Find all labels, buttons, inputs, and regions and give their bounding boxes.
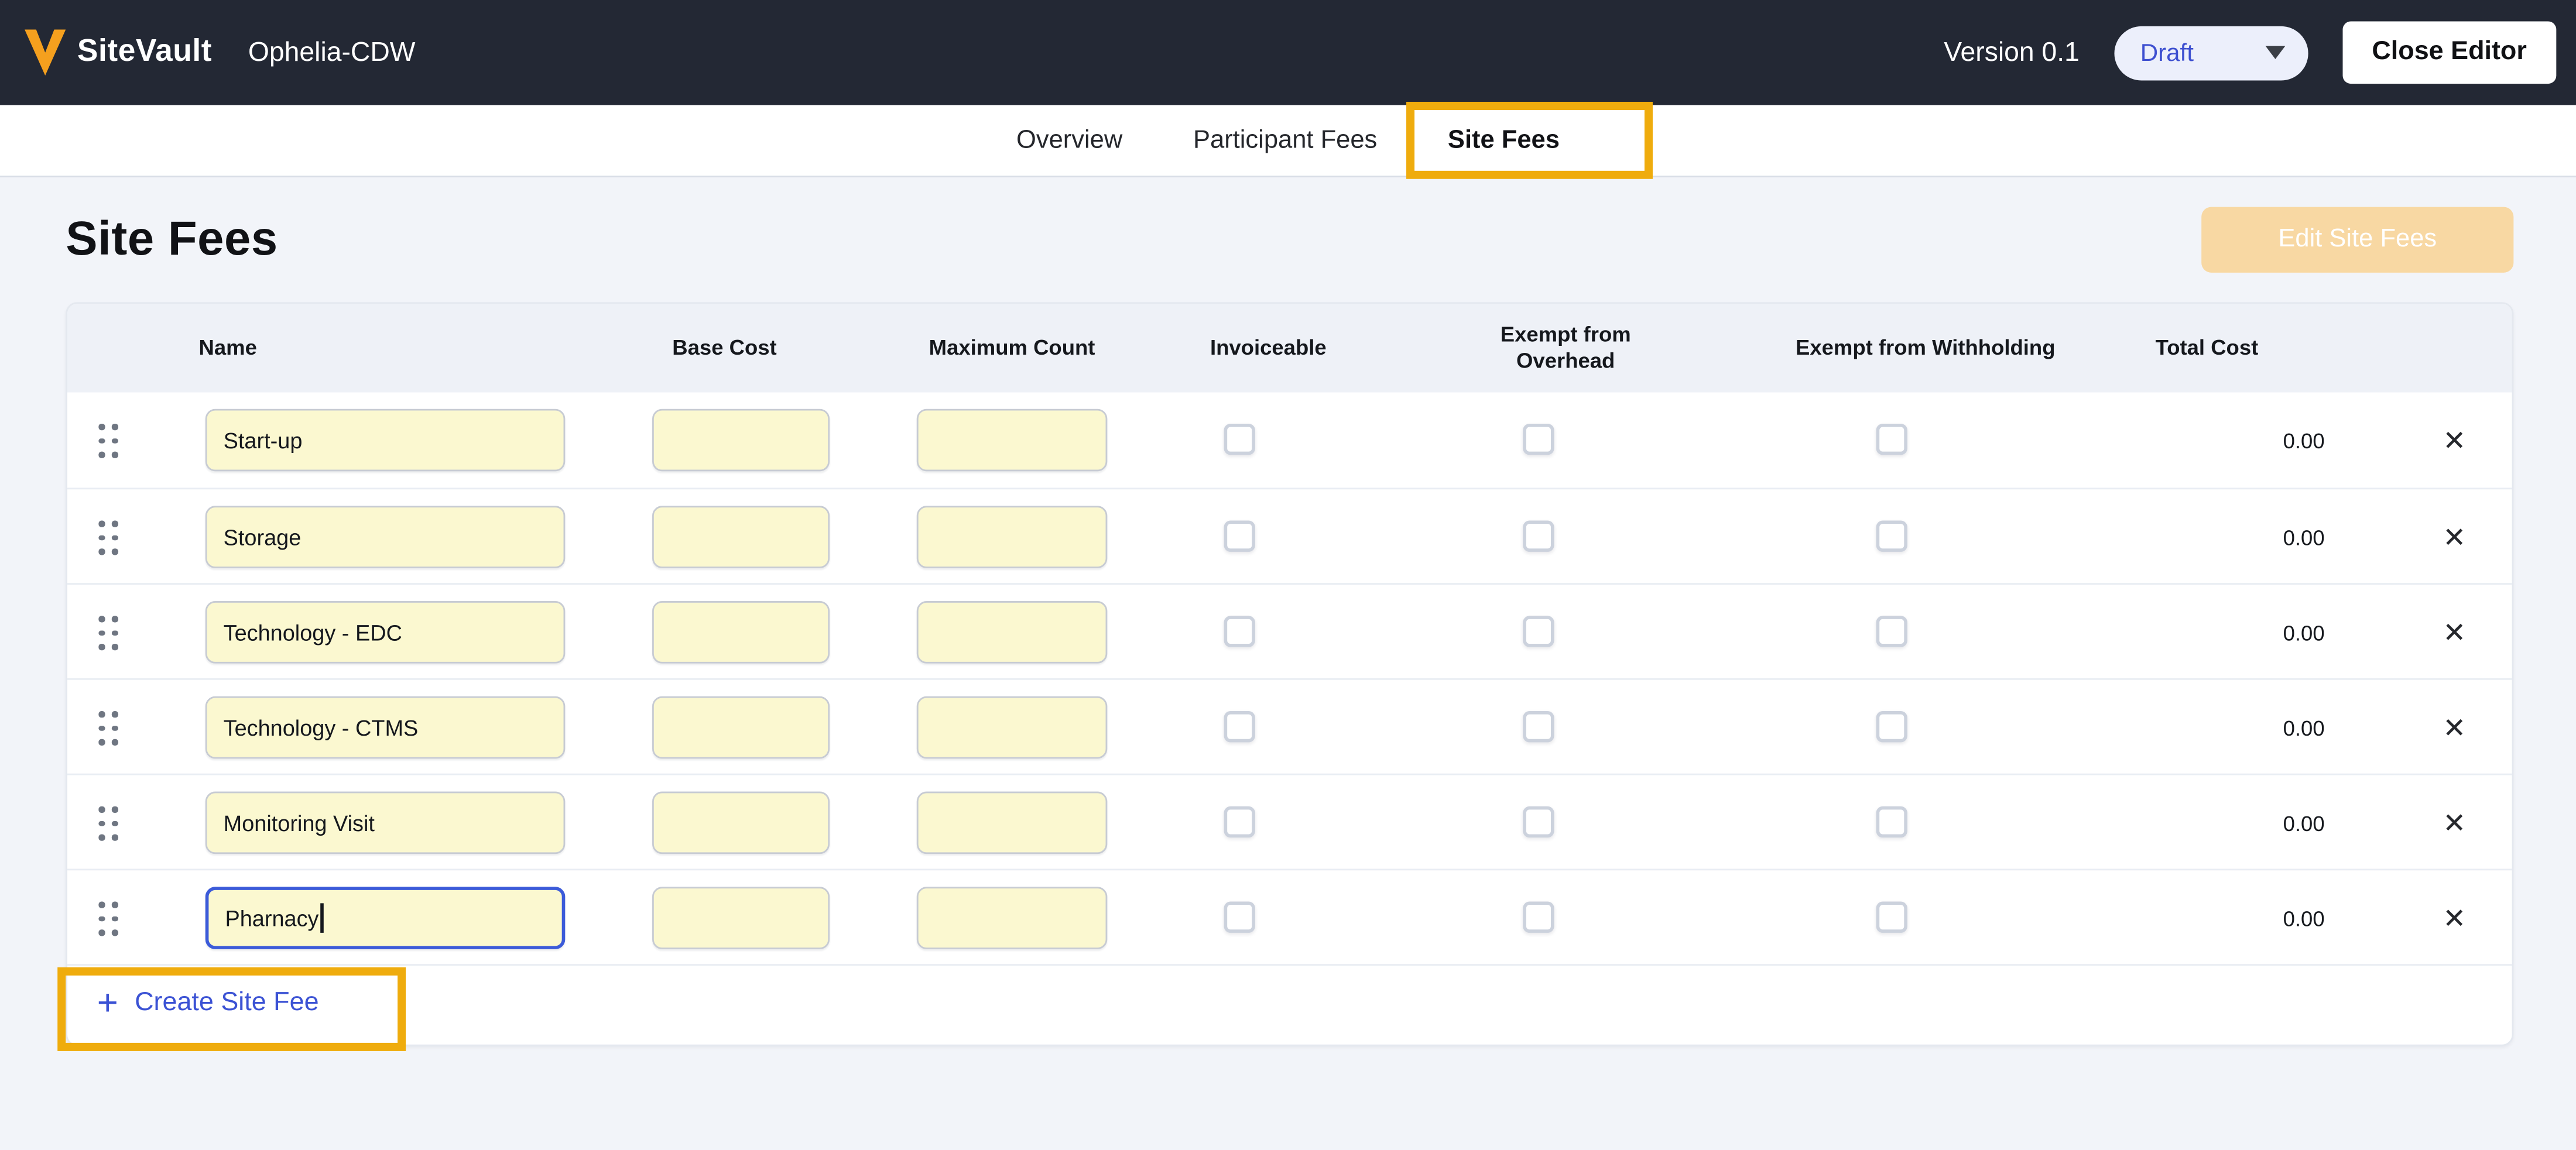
exempt-overhead-checkbox[interactable] [1523, 616, 1554, 647]
table-row: Monitoring Visit 0.00 ✕ [67, 774, 2512, 869]
exempt-withholding-checkbox[interactable] [1876, 806, 1907, 837]
drag-handle-icon[interactable] [84, 806, 133, 841]
version-label: Version 0.1 [1944, 37, 2080, 68]
page-title: Site Fees [66, 214, 278, 268]
delete-row-button[interactable]: ✕ [2430, 416, 2479, 465]
column-header-exempt-overhead: Exempt from Overhead [1467, 304, 1664, 393]
table-row: Technology - EDC 0.00 ✕ [67, 583, 2512, 678]
maximum-count-input[interactable] [917, 409, 1108, 472]
delete-icon: ✕ [2443, 619, 2466, 647]
total-cost-value: 0.00 [2144, 585, 2325, 680]
total-cost-value: 0.00 [2144, 680, 2325, 775]
exempt-withholding-checkbox[interactable] [1876, 521, 1907, 552]
name-input[interactable]: Monitoring Visit [205, 792, 566, 854]
delete-row-button[interactable]: ✕ [2430, 798, 2479, 847]
brand-name: SiteVault [77, 35, 212, 71]
tab-bar: Overview Participant Fees Site Fees [0, 105, 2576, 177]
maximum-count-input[interactable] [917, 601, 1108, 664]
invoiceable-checkbox[interactable] [1224, 711, 1255, 742]
total-cost-value: 0.00 [2144, 393, 2325, 488]
drag-handle-icon[interactable] [84, 902, 133, 936]
column-header-invoiceable: Invoiceable [1178, 304, 1359, 393]
name-input[interactable]: Technology - EDC [205, 601, 566, 664]
maximum-count-input[interactable] [917, 792, 1108, 854]
table-row: Technology - CTMS 0.00 ✕ [67, 678, 2512, 774]
invoiceable-checkbox[interactable] [1224, 902, 1255, 933]
delete-icon: ✕ [2443, 809, 2466, 837]
exempt-overhead-checkbox[interactable] [1523, 902, 1554, 933]
veeva-logo-icon [25, 30, 66, 76]
name-input[interactable]: Technology - CTMS [205, 696, 566, 759]
column-header-total-cost: Total Cost [2156, 304, 2337, 393]
create-site-fee-label: Create Site Fee [135, 988, 318, 1018]
name-input[interactable]: Pharnacy [205, 887, 566, 949]
total-cost-value: 0.00 [2144, 489, 2325, 585]
maximum-count-input[interactable] [917, 887, 1108, 949]
delete-icon: ✕ [2443, 426, 2466, 454]
delete-icon: ✕ [2443, 904, 2466, 932]
total-cost-value: 0.00 [2144, 870, 2325, 966]
maximum-count-input[interactable] [917, 696, 1108, 759]
base-cost-input[interactable] [652, 601, 830, 664]
exempt-overhead-checkbox[interactable] [1523, 806, 1554, 837]
exempt-withholding-checkbox[interactable] [1876, 902, 1907, 933]
name-input[interactable]: Storage [205, 506, 566, 568]
name-input[interactable]: Start-up [205, 409, 566, 472]
base-cost-input[interactable] [652, 696, 830, 759]
table-row: Start-up 0.00 ✕ [67, 393, 2512, 488]
drag-handle-icon[interactable] [84, 521, 133, 555]
top-bar: SiteVault Ophelia-CDW Version 0.1 Draft … [0, 0, 2576, 105]
tab-overview[interactable]: Overview [1016, 126, 1122, 156]
delete-icon: ✕ [2443, 523, 2466, 551]
plus-icon: + [94, 986, 122, 1022]
delete-row-button[interactable]: ✕ [2430, 513, 2479, 562]
column-header-maximum-count: Maximum Count [889, 304, 1135, 393]
text-cursor [320, 903, 323, 933]
invoiceable-checkbox[interactable] [1224, 521, 1255, 552]
table-row: Pharnacy 0.00 ✕ [67, 868, 2512, 964]
column-header-base-cost: Base Cost [609, 304, 840, 393]
status-dropdown[interactable]: Draft [2114, 25, 2308, 80]
edit-site-fees-button[interactable]: Edit Site Fees [2201, 207, 2513, 273]
top-bar-right: Version 0.1 Draft Close Editor [1944, 21, 2556, 84]
brand: SiteVault [25, 30, 212, 76]
drag-handle-icon[interactable] [84, 711, 133, 746]
column-header-exempt-withholding: Exempt from Withholding [1777, 304, 2073, 393]
table-header-row: Name Base Cost Maximum Count Invoiceable… [67, 304, 2512, 393]
base-cost-input[interactable] [652, 792, 830, 854]
table-row: Storage 0.00 ✕ [67, 488, 2512, 583]
table-body: Start-up0.00✕Storage0.00✕Technology - ED… [67, 393, 2512, 964]
base-cost-input[interactable] [652, 409, 830, 472]
caret-down-icon [2265, 46, 2285, 59]
tab-site-fees[interactable]: Site Fees [1448, 126, 1560, 156]
create-site-fee-link[interactable]: + Create Site Fee [67, 964, 2512, 1041]
delete-icon: ✕ [2443, 713, 2466, 742]
delete-row-button[interactable]: ✕ [2430, 894, 2479, 943]
exempt-withholding-checkbox[interactable] [1876, 616, 1907, 647]
exempt-withholding-checkbox[interactable] [1876, 424, 1907, 455]
page-content: Site Fees Edit Site Fees Name Base Cost … [0, 179, 2576, 1149]
base-cost-input[interactable] [652, 506, 830, 568]
column-header-name: Name [199, 304, 527, 393]
invoiceable-checkbox[interactable] [1224, 806, 1255, 837]
workspace-title: Ophelia-CDW [248, 37, 416, 68]
total-cost-value: 0.00 [2144, 775, 2325, 870]
maximum-count-input[interactable] [917, 506, 1108, 568]
tab-participant-fees[interactable]: Participant Fees [1193, 126, 1377, 156]
close-editor-button[interactable]: Close Editor [2342, 21, 2556, 84]
invoiceable-checkbox[interactable] [1224, 616, 1255, 647]
exempt-overhead-checkbox[interactable] [1523, 424, 1554, 455]
exempt-withholding-checkbox[interactable] [1876, 711, 1907, 742]
drag-handle-icon[interactable] [84, 616, 133, 650]
status-value: Draft [2140, 39, 2194, 67]
invoiceable-checkbox[interactable] [1224, 424, 1255, 455]
base-cost-input[interactable] [652, 887, 830, 949]
delete-row-button[interactable]: ✕ [2430, 703, 2479, 752]
site-fees-table: Name Base Cost Maximum Count Invoiceable… [66, 302, 2513, 1046]
drag-handle-icon[interactable] [84, 424, 133, 458]
exempt-overhead-checkbox[interactable] [1523, 711, 1554, 742]
app-root: SiteVault Ophelia-CDW Version 0.1 Draft … [0, 0, 2576, 1150]
exempt-overhead-checkbox[interactable] [1523, 521, 1554, 552]
delete-row-button[interactable]: ✕ [2430, 607, 2479, 657]
